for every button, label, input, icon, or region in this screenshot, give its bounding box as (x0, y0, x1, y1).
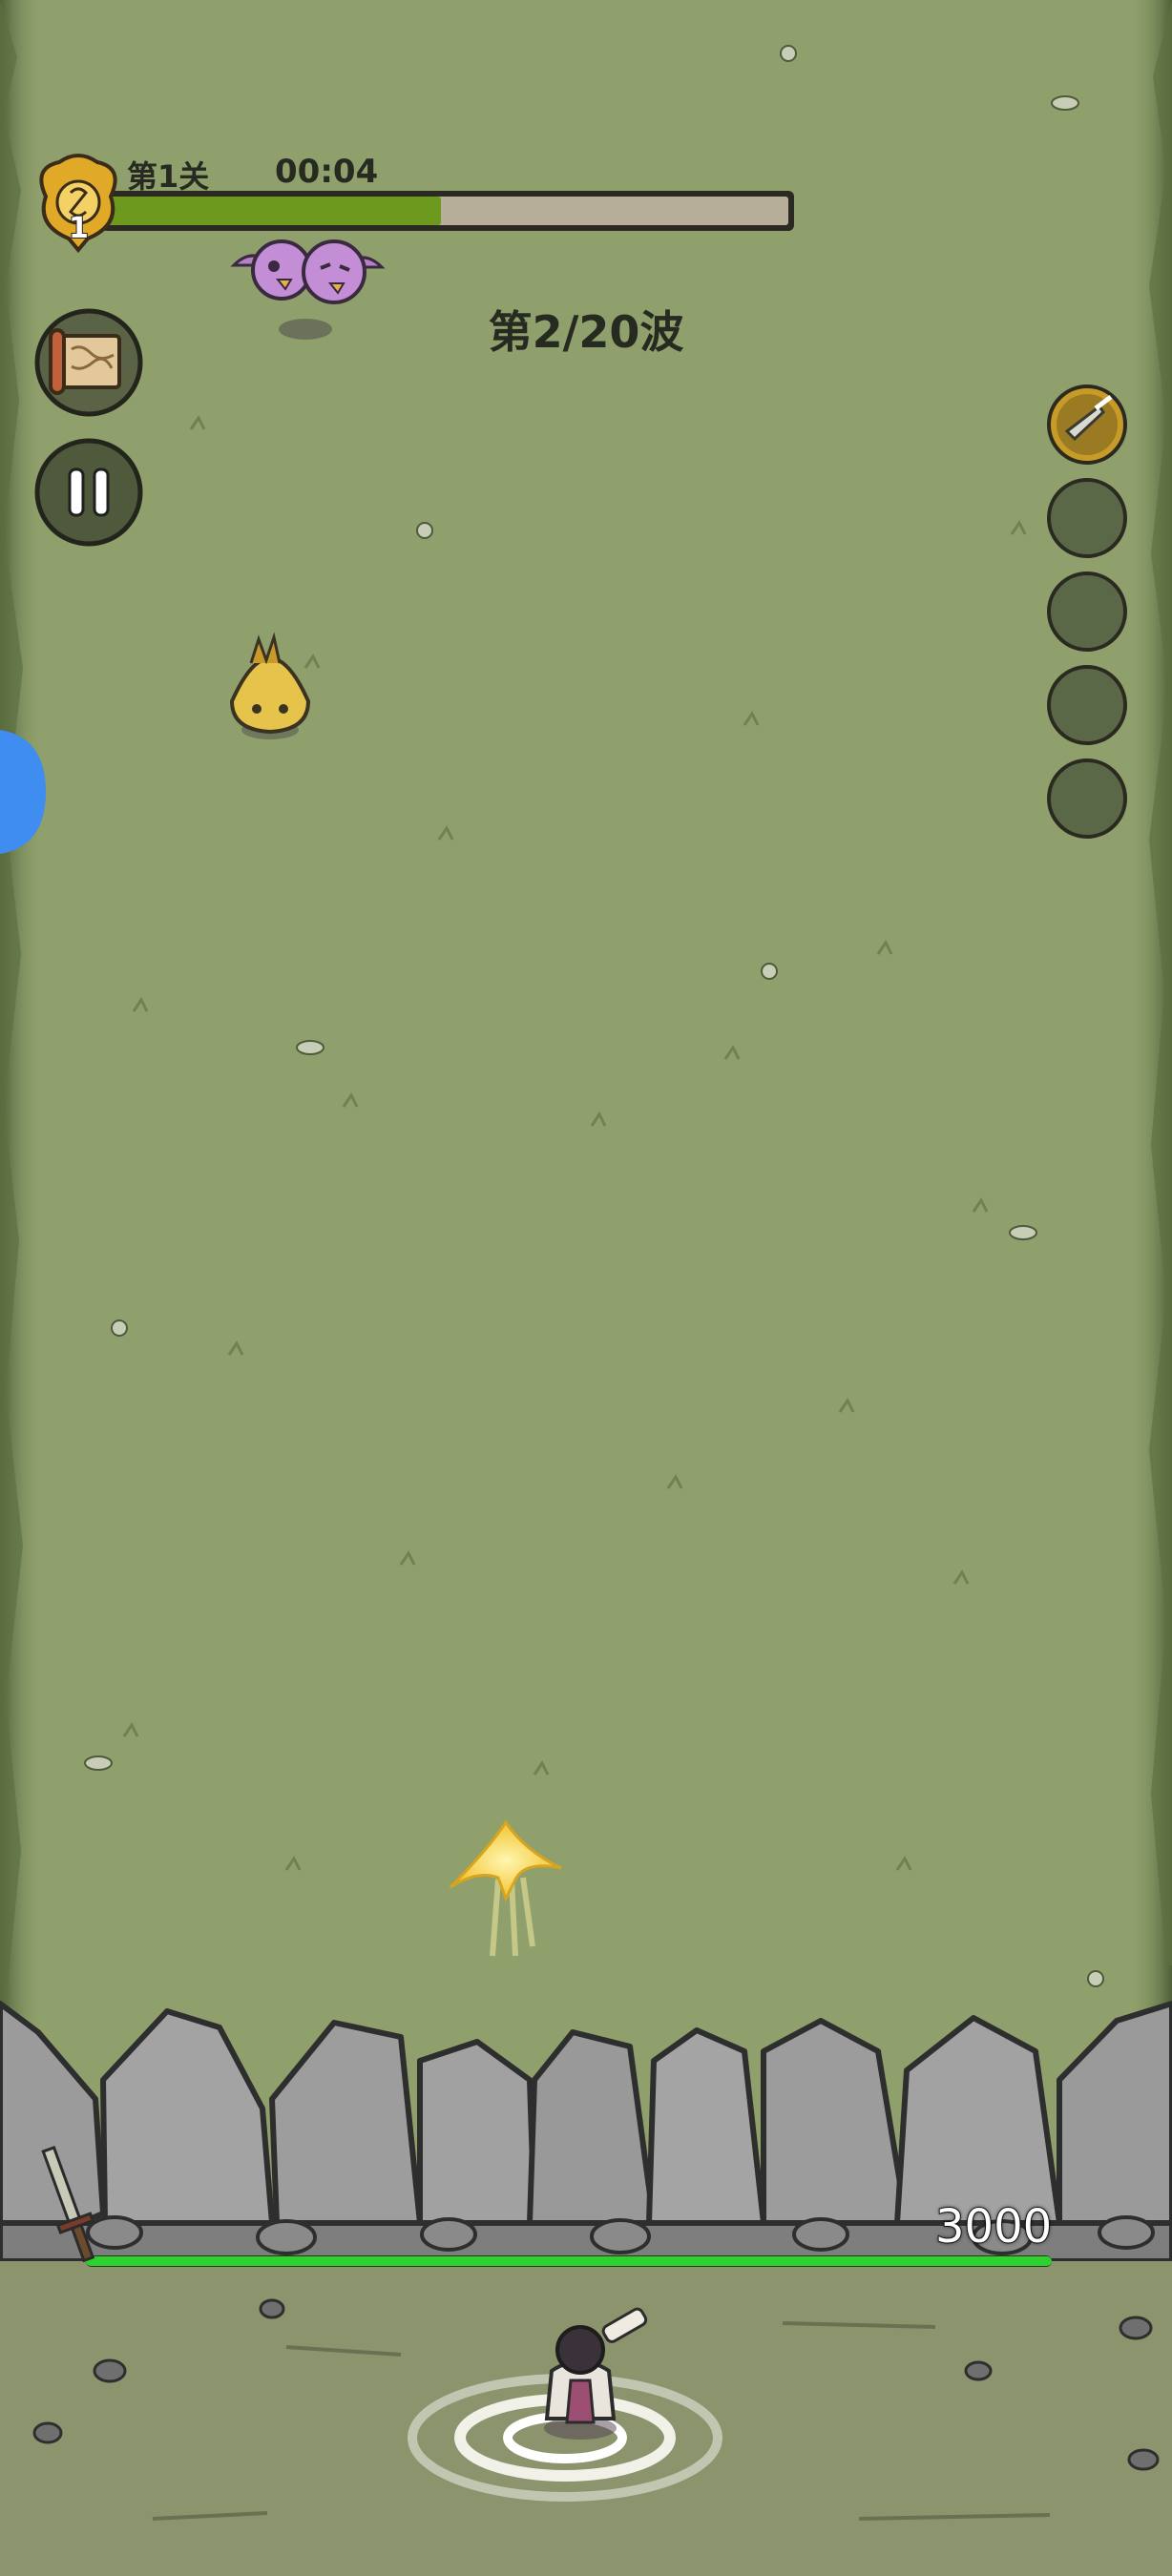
stage-label: 第1关 (127, 158, 210, 195)
pause-button[interactable] (33, 437, 144, 548)
map-button[interactable] (33, 307, 144, 418)
skill-slot-5[interactable] (1046, 758, 1128, 840)
stage-timer: 00:04 (275, 153, 379, 191)
skill-slot-1[interactable] (1046, 384, 1128, 466)
side-tab[interactable] (0, 730, 48, 854)
skill-slot-4[interactable] (1046, 664, 1128, 746)
player-hp-bar (86, 2255, 1052, 2267)
map-scroll-icon (49, 328, 121, 395)
skill-slot-3[interactable] (1046, 571, 1128, 653)
level-number: 1 (68, 211, 90, 246)
wave-counter: 第2/20波 (488, 306, 684, 358)
stage-progress-fill (107, 197, 441, 225)
player-hp-value: 3000 (934, 2199, 1053, 2254)
skill-slot-2[interactable] (1046, 477, 1128, 559)
game-scene (0, 0, 1172, 2576)
